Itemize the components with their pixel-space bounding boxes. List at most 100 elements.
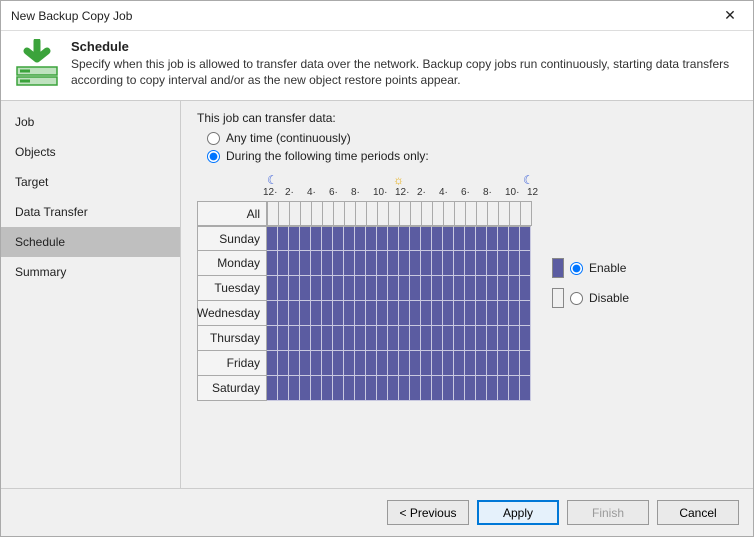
hour-cell[interactable] — [487, 376, 498, 401]
hour-cell[interactable] — [454, 351, 465, 376]
hour-cell[interactable] — [422, 201, 433, 226]
hour-cell[interactable] — [432, 376, 443, 401]
hour-cell[interactable] — [509, 251, 520, 276]
hour-cell[interactable] — [344, 251, 355, 276]
day-label[interactable]: Thursday — [197, 326, 267, 351]
hour-cell[interactable] — [410, 376, 421, 401]
hour-cell[interactable] — [300, 226, 311, 251]
hour-cell[interactable] — [322, 351, 333, 376]
sidebar-item-objects[interactable]: Objects — [1, 137, 180, 167]
hour-cell[interactable] — [290, 201, 301, 226]
hour-cell[interactable] — [367, 201, 378, 226]
hour-cell[interactable] — [355, 251, 366, 276]
hour-cell[interactable] — [311, 251, 322, 276]
hour-cell[interactable] — [278, 326, 289, 351]
hour-cell[interactable] — [366, 276, 377, 301]
previous-button[interactable]: < Previous — [387, 500, 469, 525]
hour-cell[interactable] — [488, 201, 499, 226]
day-label[interactable]: Wednesday — [197, 301, 267, 326]
hour-cell[interactable] — [520, 226, 531, 251]
day-label[interactable]: Sunday — [197, 226, 267, 251]
radio-periods-input[interactable] — [207, 150, 220, 163]
hour-cell[interactable] — [433, 201, 444, 226]
hour-cell[interactable] — [345, 201, 356, 226]
hour-cell[interactable] — [476, 376, 487, 401]
hour-cell[interactable] — [466, 201, 477, 226]
radio-anytime-input[interactable] — [207, 132, 220, 145]
hour-cell[interactable] — [267, 226, 278, 251]
hour-cell[interactable] — [421, 226, 432, 251]
hour-cell[interactable] — [476, 326, 487, 351]
hour-cell[interactable] — [498, 251, 509, 276]
hour-cell[interactable] — [432, 276, 443, 301]
sidebar-item-data-transfer[interactable]: Data Transfer — [1, 197, 180, 227]
hour-cell[interactable] — [399, 301, 410, 326]
hour-cell[interactable] — [443, 276, 454, 301]
hour-cell[interactable] — [311, 376, 322, 401]
hour-cell[interactable] — [388, 376, 399, 401]
hour-cell[interactable] — [289, 351, 300, 376]
hour-cell[interactable] — [311, 226, 322, 251]
hour-cell[interactable] — [476, 251, 487, 276]
hour-cell[interactable] — [509, 351, 520, 376]
hour-cell[interactable] — [421, 376, 432, 401]
hour-cell[interactable] — [399, 351, 410, 376]
hour-cell[interactable] — [520, 301, 531, 326]
hour-cell[interactable] — [443, 226, 454, 251]
radio-periods[interactable]: During the following time periods only: — [207, 149, 737, 163]
hour-cell[interactable] — [465, 301, 476, 326]
hour-cell[interactable] — [355, 351, 366, 376]
hour-cell[interactable] — [366, 351, 377, 376]
hour-cell[interactable] — [289, 276, 300, 301]
hour-cell[interactable] — [498, 376, 509, 401]
hour-cell[interactable] — [454, 376, 465, 401]
hour-cell[interactable] — [333, 251, 344, 276]
hour-cell[interactable] — [421, 251, 432, 276]
hour-cell[interactable] — [366, 251, 377, 276]
hour-cell[interactable] — [278, 376, 289, 401]
hour-cell[interactable] — [465, 251, 476, 276]
hour-cell[interactable] — [344, 276, 355, 301]
hour-cell[interactable] — [388, 226, 399, 251]
hour-cell[interactable] — [389, 201, 400, 226]
hour-cell[interactable] — [410, 351, 421, 376]
hour-cell[interactable] — [432, 301, 443, 326]
hour-cell[interactable] — [498, 226, 509, 251]
hour-cell[interactable] — [366, 376, 377, 401]
hour-cell[interactable] — [432, 326, 443, 351]
hour-cell[interactable] — [476, 301, 487, 326]
hour-cell[interactable] — [465, 351, 476, 376]
hour-cell[interactable] — [322, 276, 333, 301]
hour-cell[interactable] — [322, 376, 333, 401]
sidebar-item-target[interactable]: Target — [1, 167, 180, 197]
hour-cell[interactable] — [455, 201, 466, 226]
hour-cell[interactable] — [311, 326, 322, 351]
hour-cell[interactable] — [400, 201, 411, 226]
hour-cell[interactable] — [388, 251, 399, 276]
hour-cell[interactable] — [300, 326, 311, 351]
hour-cell[interactable] — [289, 226, 300, 251]
hour-cell[interactable] — [377, 226, 388, 251]
hour-cell[interactable] — [443, 351, 454, 376]
hour-cell[interactable] — [267, 351, 278, 376]
sidebar-item-job[interactable]: Job — [1, 107, 180, 137]
radio-anytime[interactable]: Any time (continuously) — [207, 131, 737, 145]
hour-cell[interactable] — [432, 251, 443, 276]
hour-cell[interactable] — [421, 276, 432, 301]
hour-cell[interactable] — [268, 201, 279, 226]
hour-cell[interactable] — [312, 201, 323, 226]
sidebar-item-summary[interactable]: Summary — [1, 257, 180, 287]
hour-cell[interactable] — [344, 376, 355, 401]
hour-cell[interactable] — [289, 301, 300, 326]
hour-cell[interactable] — [487, 251, 498, 276]
hour-cell[interactable] — [465, 226, 476, 251]
legend-disable[interactable]: Disable — [552, 288, 629, 308]
hour-cell[interactable] — [355, 326, 366, 351]
cancel-button[interactable]: Cancel — [657, 500, 739, 525]
hour-cell[interactable] — [289, 376, 300, 401]
hour-cell[interactable] — [509, 326, 520, 351]
hour-cell[interactable] — [377, 251, 388, 276]
hour-cell[interactable] — [322, 301, 333, 326]
hour-cell[interactable] — [377, 351, 388, 376]
hour-cell[interactable] — [432, 226, 443, 251]
